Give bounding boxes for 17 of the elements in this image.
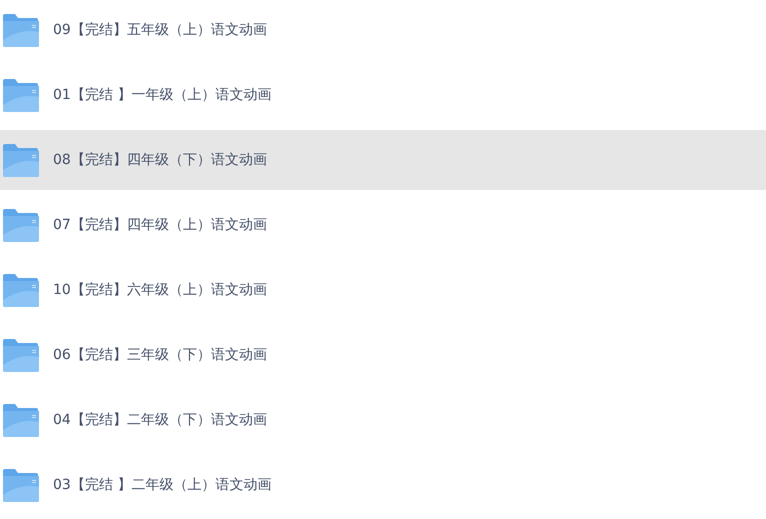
folder-icon	[3, 468, 39, 502]
folder-icon	[3, 274, 39, 306]
folder-name: 03【完结 】二年级（上）语文动画	[53, 476, 272, 494]
folder-icon	[3, 14, 39, 46]
folder-icon	[3, 78, 39, 112]
folder-name: 09【完结】五年级（上）语文动画	[53, 21, 267, 39]
folder-item[interactable]: 08【完结】四年级（下）语文动画	[0, 130, 766, 190]
folder-name: 04【完结】二年级（下）语文动画	[53, 411, 267, 429]
folder-icon	[3, 144, 39, 176]
folder-name: 06【完结】三年级（下）语文动画	[53, 346, 267, 364]
folder-name: 10【完结】六年级（上）语文动画	[53, 281, 267, 299]
folder-icon	[3, 208, 39, 242]
folder-icon	[3, 404, 39, 436]
folder-icon	[3, 338, 39, 372]
folder-name: 08【完结】四年级（下）语文动画	[53, 151, 267, 169]
folder-name: 01【完结 】一年级（上）语文动画	[53, 86, 272, 104]
folder-name: 07【完结】四年级（上）语文动画	[53, 216, 267, 234]
